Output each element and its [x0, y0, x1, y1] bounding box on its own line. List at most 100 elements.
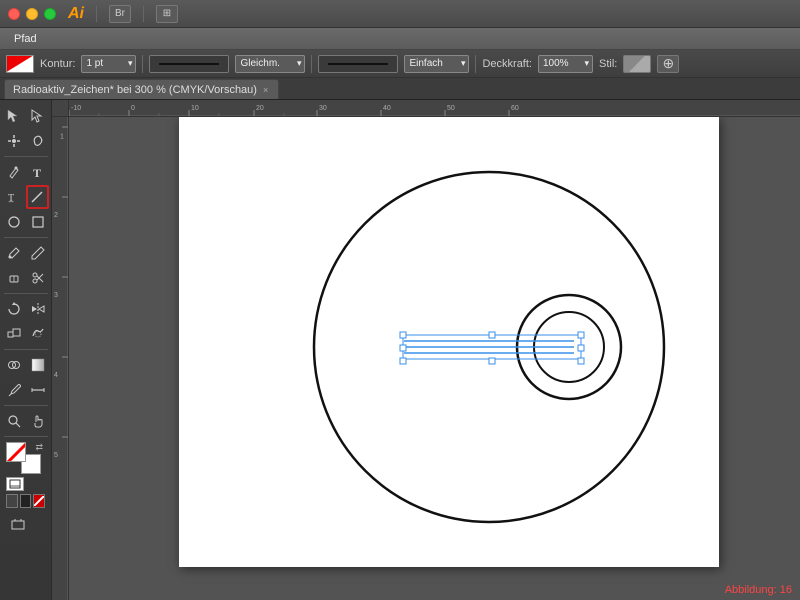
stroke-color-box[interactable] [6, 55, 34, 73]
tool-view-row [2, 492, 49, 510]
opacity-label: Deckkraft: [482, 58, 532, 70]
tool-row-4: T̲ [2, 185, 49, 209]
tool-eraser[interactable] [2, 266, 25, 290]
tool-screen-row [2, 477, 49, 491]
tool-scissors[interactable] [26, 266, 49, 290]
sep1 [142, 55, 143, 73]
tool-selection[interactable] [2, 104, 25, 128]
tool-magic-wand[interactable] [2, 129, 25, 153]
traffic-lights [8, 8, 56, 20]
tool-nav-row [2, 511, 49, 539]
screen-mode-btn[interactable] [6, 477, 24, 491]
tool-row-7 [2, 266, 49, 290]
tool-row-12 [2, 409, 49, 433]
tool-lasso[interactable] [26, 129, 49, 153]
tool-rotate[interactable] [2, 297, 25, 321]
stroke-end-dropdown[interactable]: Einfach [404, 55, 469, 73]
svg-text:5: 5 [54, 452, 58, 459]
style-options-btn[interactable]: ⊕ [657, 55, 679, 73]
tab-title: Radioaktiv_Zeichen* bei 300 % (CMYK/Vors… [13, 84, 257, 96]
svg-text:20: 20 [256, 105, 264, 112]
tool-zoom[interactable] [2, 409, 25, 433]
svg-text:50: 50 [447, 105, 455, 112]
tool-artboard-nav[interactable] [6, 513, 30, 537]
document-tab[interactable]: Radioaktiv_Zeichen* bei 300 % (CMYK/Vors… [4, 79, 279, 99]
svg-text:4: 4 [54, 372, 58, 379]
workspace: T T̲ [0, 100, 800, 600]
stil-label: Stil: [599, 58, 617, 70]
tool-row-2 [2, 129, 49, 153]
tabbar: Radioaktiv_Zeichen* bei 300 % (CMYK/Vors… [0, 78, 800, 100]
optionsbar: Kontur: 1 pt Gleichm. Einfach Deckkraft:… [0, 50, 800, 78]
menubar: Pfad [0, 28, 800, 50]
tool-scale[interactable] [2, 322, 25, 346]
close-button[interactable] [8, 8, 20, 20]
tool-gradient[interactable] [26, 353, 49, 377]
tool-rect[interactable] [26, 210, 49, 234]
tool-row-1 [2, 104, 49, 128]
arrange-icon[interactable]: ⊞ [156, 5, 178, 23]
canvas-area[interactable]: Abbildung: 16 [69, 117, 800, 600]
tool-reflect[interactable] [26, 297, 49, 321]
opacity-dropdown[interactable]: 100% [538, 55, 593, 73]
style-preview[interactable] [623, 55, 651, 73]
view-btn2[interactable] [20, 494, 32, 508]
tool-direct-selection[interactable] [26, 104, 49, 128]
tool-type2[interactable]: T̲ [2, 185, 25, 209]
minimize-button[interactable] [26, 8, 38, 20]
figure-caption: Abbildung: 16 [725, 584, 792, 596]
tool-row-9 [2, 322, 49, 346]
tool-pencil[interactable] [26, 241, 49, 265]
tool-row-6 [2, 241, 49, 265]
svg-text:60: 60 [511, 105, 519, 112]
tool-sep-6 [4, 436, 48, 437]
tool-paintbrush[interactable] [2, 241, 25, 265]
tool-line[interactable] [26, 185, 49, 209]
separator [96, 6, 97, 22]
br-icon[interactable]: Br [109, 5, 131, 23]
tool-sep-5 [4, 405, 48, 406]
stroke-weight-dropdown[interactable]: 1 pt [81, 55, 136, 73]
kontur-label: Kontur: [40, 58, 75, 70]
svg-text:T: T [33, 166, 41, 179]
tool-color-row: ⇄ [2, 440, 49, 476]
titlebar: Ai Br ⊞ [0, 0, 800, 28]
stroke-end-preview [318, 55, 398, 73]
foreground-swatch[interactable] [6, 442, 26, 462]
maximize-button[interactable] [44, 8, 56, 20]
svg-text:40: 40 [383, 105, 391, 112]
tool-eyedropper[interactable] [2, 378, 25, 402]
tool-sep-4 [4, 349, 48, 350]
tool-row-8 [2, 297, 49, 321]
view-btn3[interactable] [33, 494, 45, 508]
artboard [179, 117, 719, 567]
svg-text:2: 2 [54, 212, 58, 219]
tool-shapebuilder[interactable] [2, 353, 25, 377]
tools-panel: T T̲ [0, 100, 52, 600]
menu-pfad[interactable]: Pfad [6, 31, 45, 47]
separator2 [143, 6, 144, 22]
tool-hand[interactable] [26, 409, 49, 433]
tool-pen[interactable] [2, 160, 25, 184]
tool-measure[interactable] [26, 378, 49, 402]
svg-text:3: 3 [54, 292, 58, 299]
stroke-style-preview [149, 55, 229, 73]
tab-close-btn[interactable]: × [263, 85, 268, 95]
tool-row-3: T [2, 160, 49, 184]
sep3 [475, 55, 476, 73]
ruler-corner [52, 100, 69, 117]
svg-text:0: 0 [131, 105, 135, 112]
tool-type[interactable]: T [26, 160, 49, 184]
tool-sep-2 [4, 237, 48, 238]
tool-row-11 [2, 378, 49, 402]
tool-ellipse[interactable] [2, 210, 25, 234]
below-rulers: 1 2 3 4 5 [52, 117, 800, 600]
swap-colors-btn[interactable]: ⇄ [35, 442, 43, 453]
tool-sep-1 [4, 156, 48, 157]
tool-warp[interactable] [26, 322, 49, 346]
tool-sep-3 [4, 293, 48, 294]
view-btn[interactable] [6, 494, 18, 508]
tool-row-10 [2, 353, 49, 377]
stroke-profile-dropdown[interactable]: Gleichm. [235, 55, 305, 73]
ruler-vertical: 1 2 3 4 5 [52, 117, 69, 600]
